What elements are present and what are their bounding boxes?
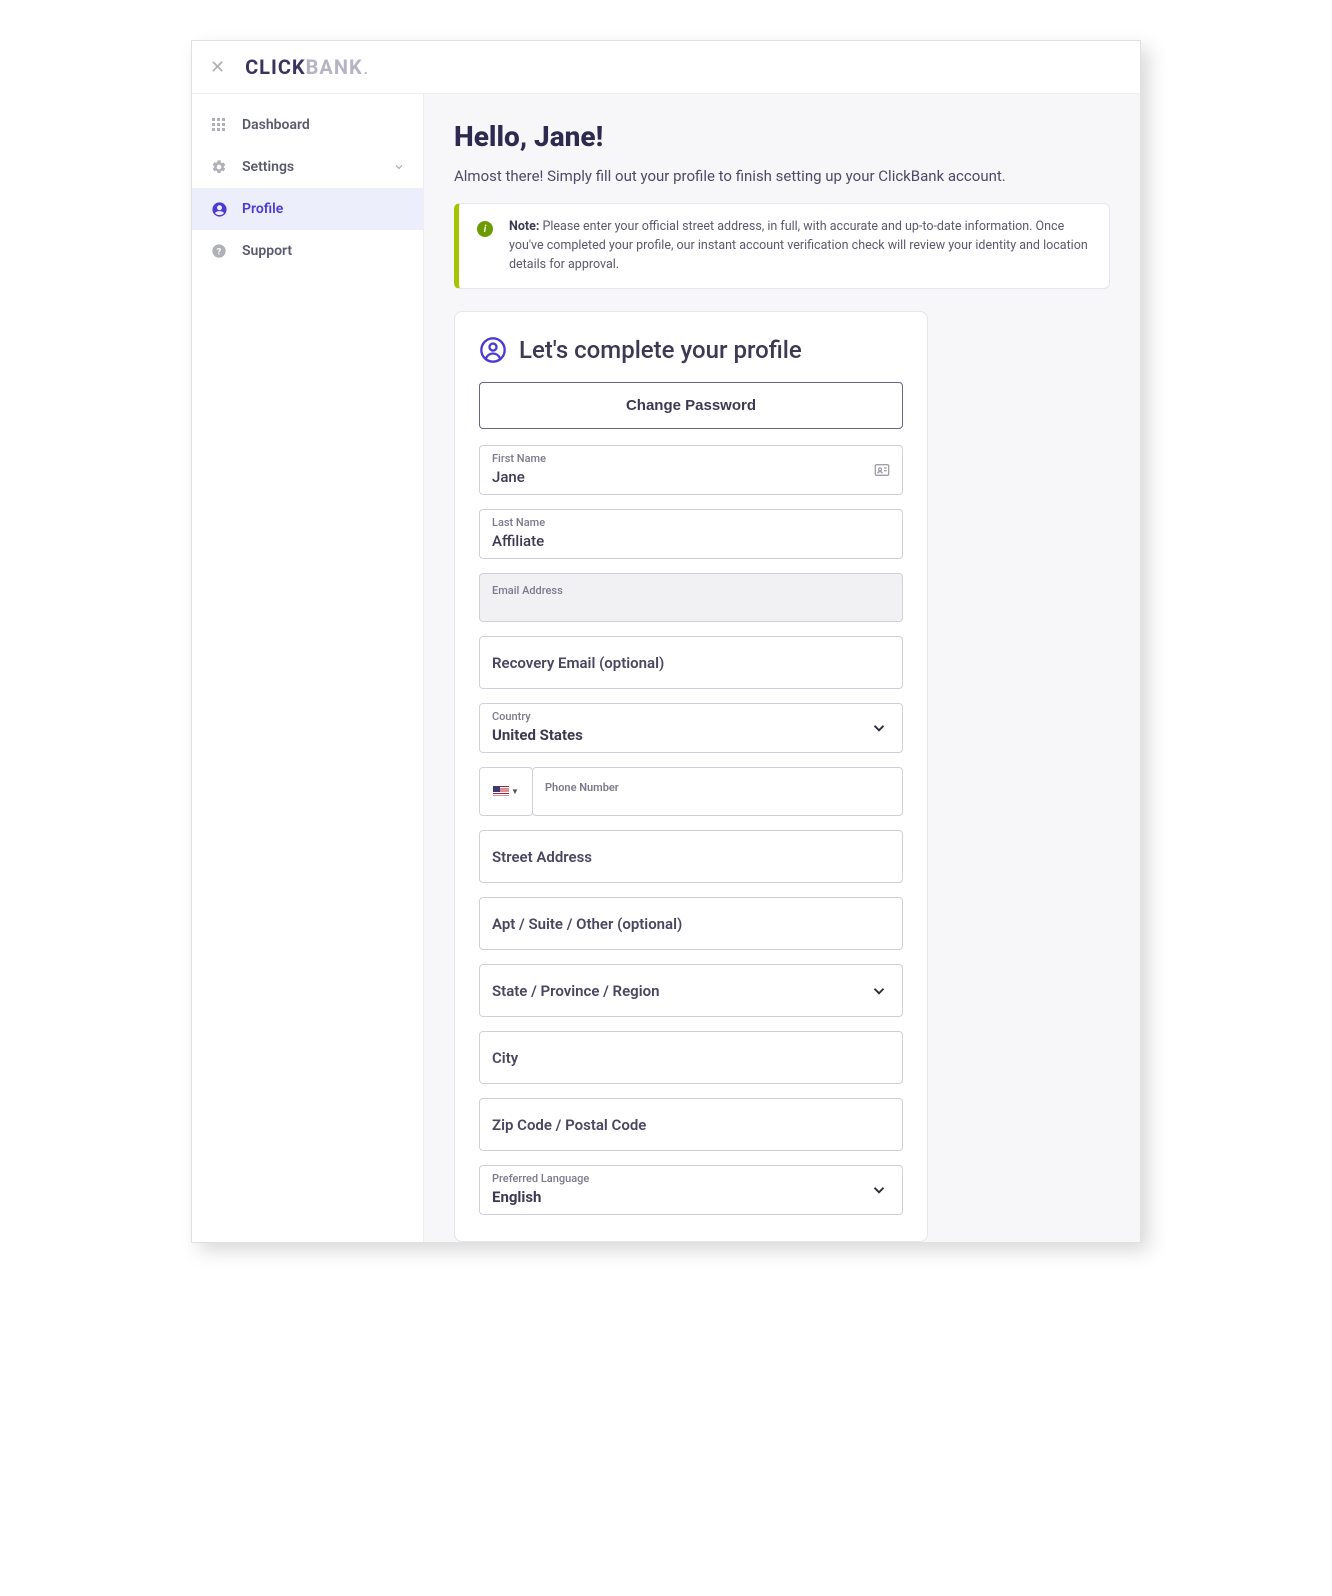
contact-card-icon [874,463,890,477]
info-icon: i [477,221,493,237]
street-address-field[interactable]: Street Address [479,830,903,883]
field-label: Last Name [492,516,890,529]
last-name-field[interactable]: Last Name Affiliate [479,509,903,559]
field-placeholder: City [492,1049,518,1067]
logo-part1: CLICK [245,55,306,79]
chevron-down-icon [393,161,405,173]
sidebar-item-profile[interactable]: Profile [192,188,423,230]
profile-card: Let's complete your profile Change Passw… [454,311,928,1242]
profile-icon [479,336,507,364]
logo: CLICKBANK. [245,55,369,79]
close-icon[interactable]: ✕ [210,57,225,78]
country-select[interactable]: Country United States [479,703,903,753]
sidebar-item-support[interactable]: ? Support [192,230,423,272]
help-circle-icon: ? [210,242,228,260]
phone-country-select[interactable]: ▼ [479,767,533,816]
sidebar-item-label: Support [242,243,292,259]
field-value: Affiliate [492,532,544,550]
apt-field[interactable]: Apt / Suite / Other (optional) [479,897,903,950]
field-placeholder: Apt / Suite / Other (optional) [492,915,682,933]
logo-part2: BANK [306,55,363,79]
field-label: First Name [492,452,890,465]
field-placeholder: Recovery Email (optional) [492,654,664,672]
chevron-down-icon [870,1181,888,1199]
language-select[interactable]: Preferred Language English [479,1165,903,1215]
state-select[interactable]: State / Province / Region [479,964,903,1017]
field-label: Email Address [492,584,890,597]
note-text: Note: Please enter your official street … [509,218,1091,274]
field-label: Phone Number [545,781,619,794]
note-body: Please enter your official street addres… [509,219,1088,272]
sidebar: Dashboard Settings Profile ? [192,94,424,1242]
phone-number-field[interactable]: Phone Number [532,767,903,816]
sidebar-item-label: Profile [242,201,283,217]
us-flag-icon [493,786,509,797]
field-value: Jane [492,468,525,486]
zip-field[interactable]: Zip Code / Postal Code [479,1098,903,1151]
main-content: Hello, Jane! Almost there! Simply fill o… [424,94,1140,1242]
chevron-down-icon [870,719,888,737]
app-window: ✕ CLICKBANK. Dashboard Settings [191,40,1141,1243]
sidebar-item-dashboard[interactable]: Dashboard [192,104,423,146]
gear-icon [210,158,228,176]
change-password-button[interactable]: Change Password [479,382,903,429]
svg-text:?: ? [217,246,222,257]
card-title: Let's complete your profile [519,336,802,364]
field-placeholder: State / Province / Region [492,982,659,1000]
field-placeholder: Zip Code / Postal Code [492,1116,646,1134]
field-value: United States [492,726,583,744]
chevron-down-icon [870,982,888,1000]
sidebar-item-label: Dashboard [242,117,310,133]
user-circle-icon [210,200,228,218]
sidebar-item-label: Settings [242,159,294,175]
card-header: Let's complete your profile [479,336,903,364]
recovery-email-field[interactable]: Recovery Email (optional) [479,636,903,689]
first-name-field[interactable]: First Name Jane [479,445,903,495]
email-field: Email Address [479,573,903,622]
sidebar-item-settings[interactable]: Settings [192,146,423,188]
grid-icon [210,116,228,134]
page-subtitle: Almost there! Simply fill out your profi… [454,167,1110,185]
topbar: ✕ CLICKBANK. [192,41,1140,94]
body: Dashboard Settings Profile ? [192,94,1140,1242]
page-title: Hello, Jane! [454,120,1110,153]
caret-down-icon: ▼ [511,787,519,796]
city-field[interactable]: City [479,1031,903,1084]
note-box: i Note: Please enter your official stree… [454,203,1110,289]
field-placeholder: Street Address [492,848,592,866]
field-label: Preferred Language [492,1172,890,1185]
field-value: English [492,1188,541,1206]
logo-dot: . [364,62,369,78]
phone-row: ▼ Phone Number [479,767,903,816]
note-strong: Note: [509,219,539,234]
field-label: Country [492,710,890,723]
